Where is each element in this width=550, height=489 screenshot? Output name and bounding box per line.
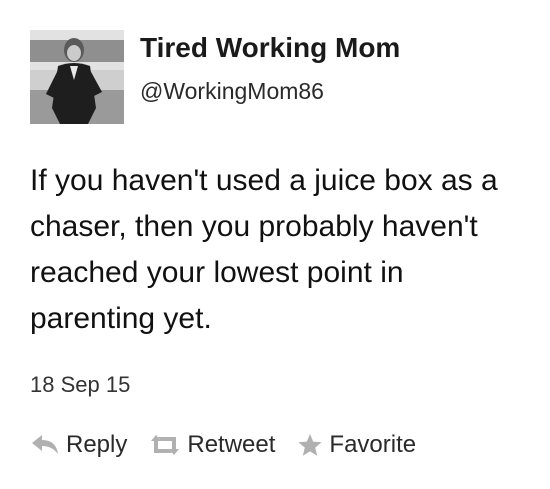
display-name[interactable]: Tired Working Mom [140, 32, 400, 64]
tweet-text-line: parenting yet. [30, 302, 212, 335]
retweet-icon [149, 434, 181, 456]
user-handle[interactable]: @WorkingMom86 [140, 78, 324, 105]
tweet-text: If you haven't used a juice box as a cha… [30, 158, 530, 342]
tweet-text-line: chaser, then you probably haven't [30, 210, 478, 243]
avatar[interactable] [30, 30, 124, 124]
tweet-timestamp[interactable]: 18 Sep 15 [30, 372, 130, 398]
reply-arrow-icon [30, 434, 60, 456]
tweet-card: Tired Working Mom @WorkingMom86 If you h… [0, 0, 550, 489]
avatar-photo [30, 30, 124, 124]
reply-label: Reply [66, 431, 128, 458]
favorite-label: Favorite [329, 431, 417, 458]
retweet-button[interactable]: Retweet [149, 431, 275, 459]
tweet-text-line: reached your lowest point in [30, 256, 404, 289]
favorite-button[interactable]: Favorite [297, 431, 416, 459]
tweet-text-line: If you haven't used a juice box as a [30, 164, 498, 197]
reply-button[interactable]: Reply [30, 431, 127, 459]
retweet-label: Retweet [187, 431, 276, 458]
tweet-actions: Reply Retweet Favorite [30, 428, 438, 462]
star-icon [297, 433, 323, 457]
